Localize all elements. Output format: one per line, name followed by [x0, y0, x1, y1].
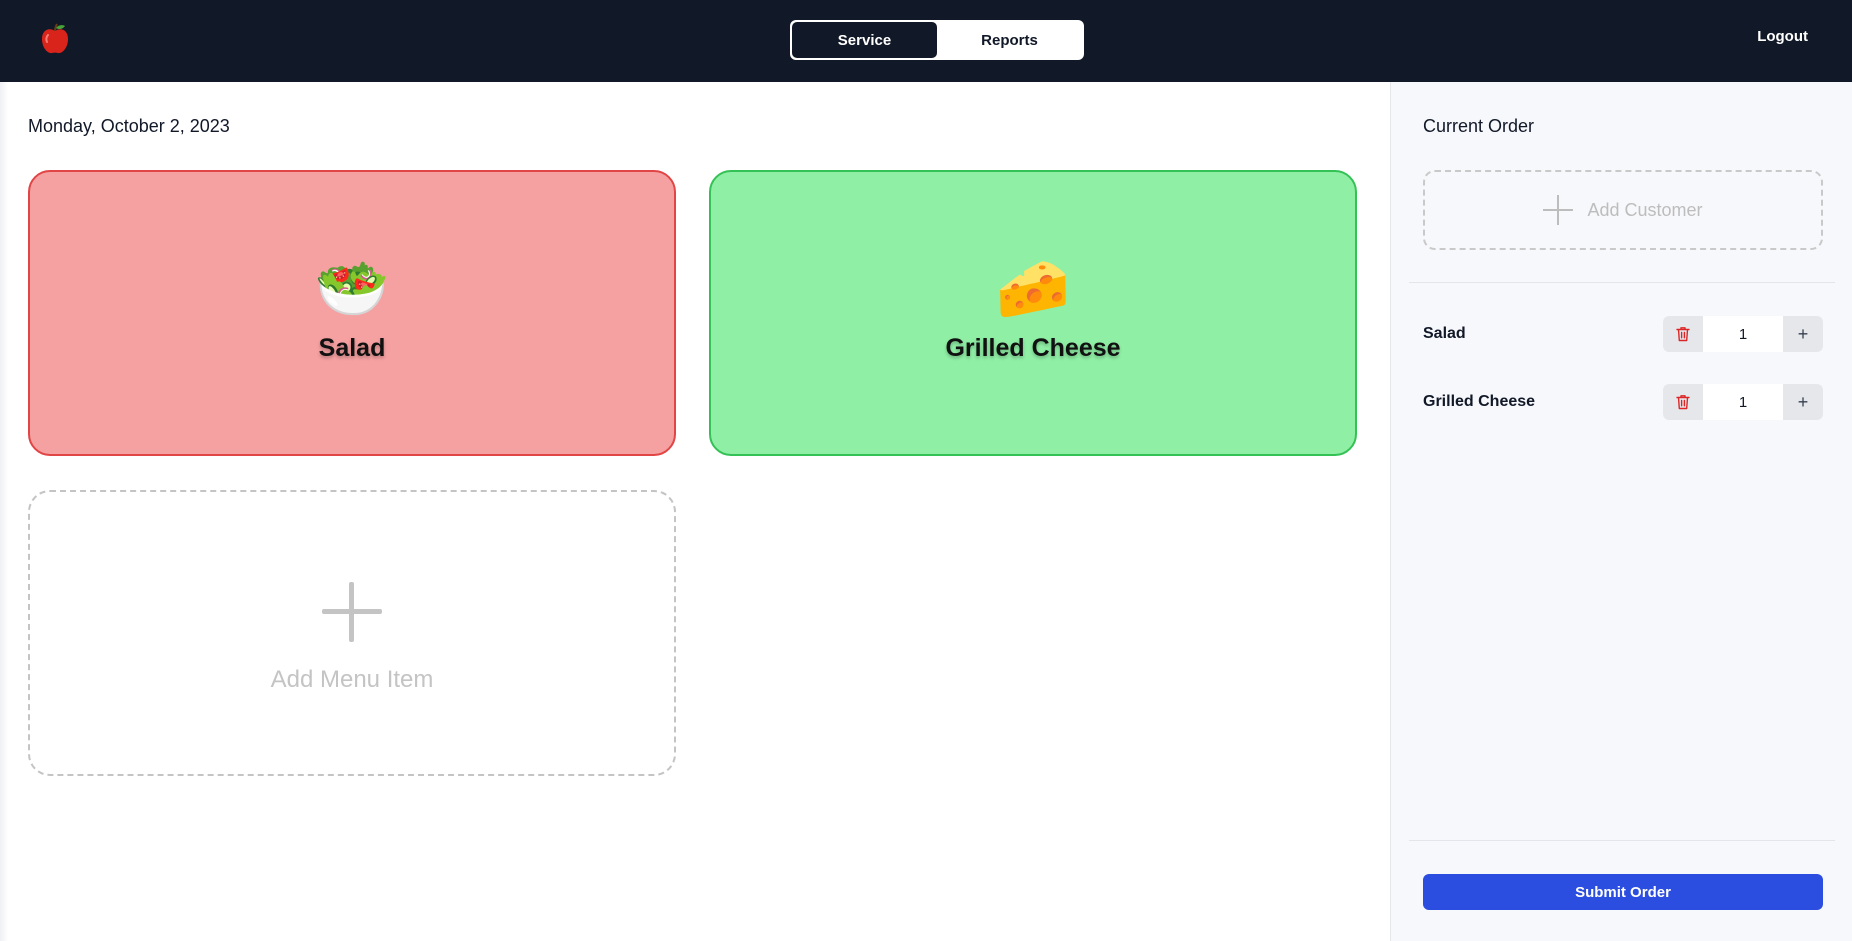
menu-item-salad[interactable]: 🥗 Salad — [28, 170, 676, 456]
salad-icon: 🥗 — [314, 254, 390, 322]
tab-reports[interactable]: Reports — [937, 22, 1082, 58]
view-tabs: Service Reports — [790, 20, 1084, 60]
menu-item-name: Grilled Cheese — [945, 333, 1121, 362]
menu-item-name: Salad — [318, 333, 386, 362]
tab-service[interactable]: Service — [792, 22, 937, 58]
current-date: Monday, October 2, 2023 — [28, 116, 230, 136]
current-order-panel: Current Order Add Customer Salad + Grill… — [1390, 82, 1852, 941]
order-line-item: Grilled Cheese + — [1423, 384, 1823, 420]
order-title: Current Order — [1423, 116, 1535, 136]
order-item-name: Grilled Cheese — [1423, 393, 1536, 410]
submit-order-button[interactable]: Submit Order — [1423, 874, 1823, 910]
logout-button[interactable]: Logout — [1757, 28, 1808, 45]
quantity-stepper: + — [1663, 384, 1823, 420]
quantity-input[interactable] — [1703, 384, 1783, 420]
quantity-input[interactable] — [1703, 316, 1783, 352]
add-customer-label: Add Customer — [1587, 199, 1703, 220]
cheese-icon: 🧀 — [995, 254, 1071, 322]
menu-item-grilled-cheese[interactable]: 🧀 Grilled Cheese — [709, 170, 1357, 456]
quantity-stepper: + — [1663, 316, 1823, 352]
add-customer-button[interactable]: Add Customer — [1423, 170, 1823, 250]
plus-icon[interactable]: + — [1783, 384, 1823, 420]
add-menu-item-button[interactable]: Add Menu Item — [28, 490, 676, 776]
divider — [1409, 840, 1835, 841]
plus-icon — [1543, 195, 1574, 225]
divider — [1409, 282, 1835, 283]
top-nav-bar: Service Reports Logout — [0, 0, 1852, 82]
apple-icon[interactable] — [38, 22, 72, 56]
plus-icon[interactable]: + — [1783, 316, 1823, 352]
add-menu-item-label: Add Menu Item — [270, 666, 434, 693]
trash-icon[interactable] — [1663, 316, 1703, 352]
order-item-name: Salad — [1423, 325, 1466, 342]
order-line-item: Salad + — [1423, 316, 1823, 352]
menu-panel: Monday, October 2, 2023 🥗 Salad 🧀 Grille… — [0, 82, 1390, 941]
plus-icon — [322, 582, 382, 642]
trash-icon[interactable] — [1663, 384, 1703, 420]
